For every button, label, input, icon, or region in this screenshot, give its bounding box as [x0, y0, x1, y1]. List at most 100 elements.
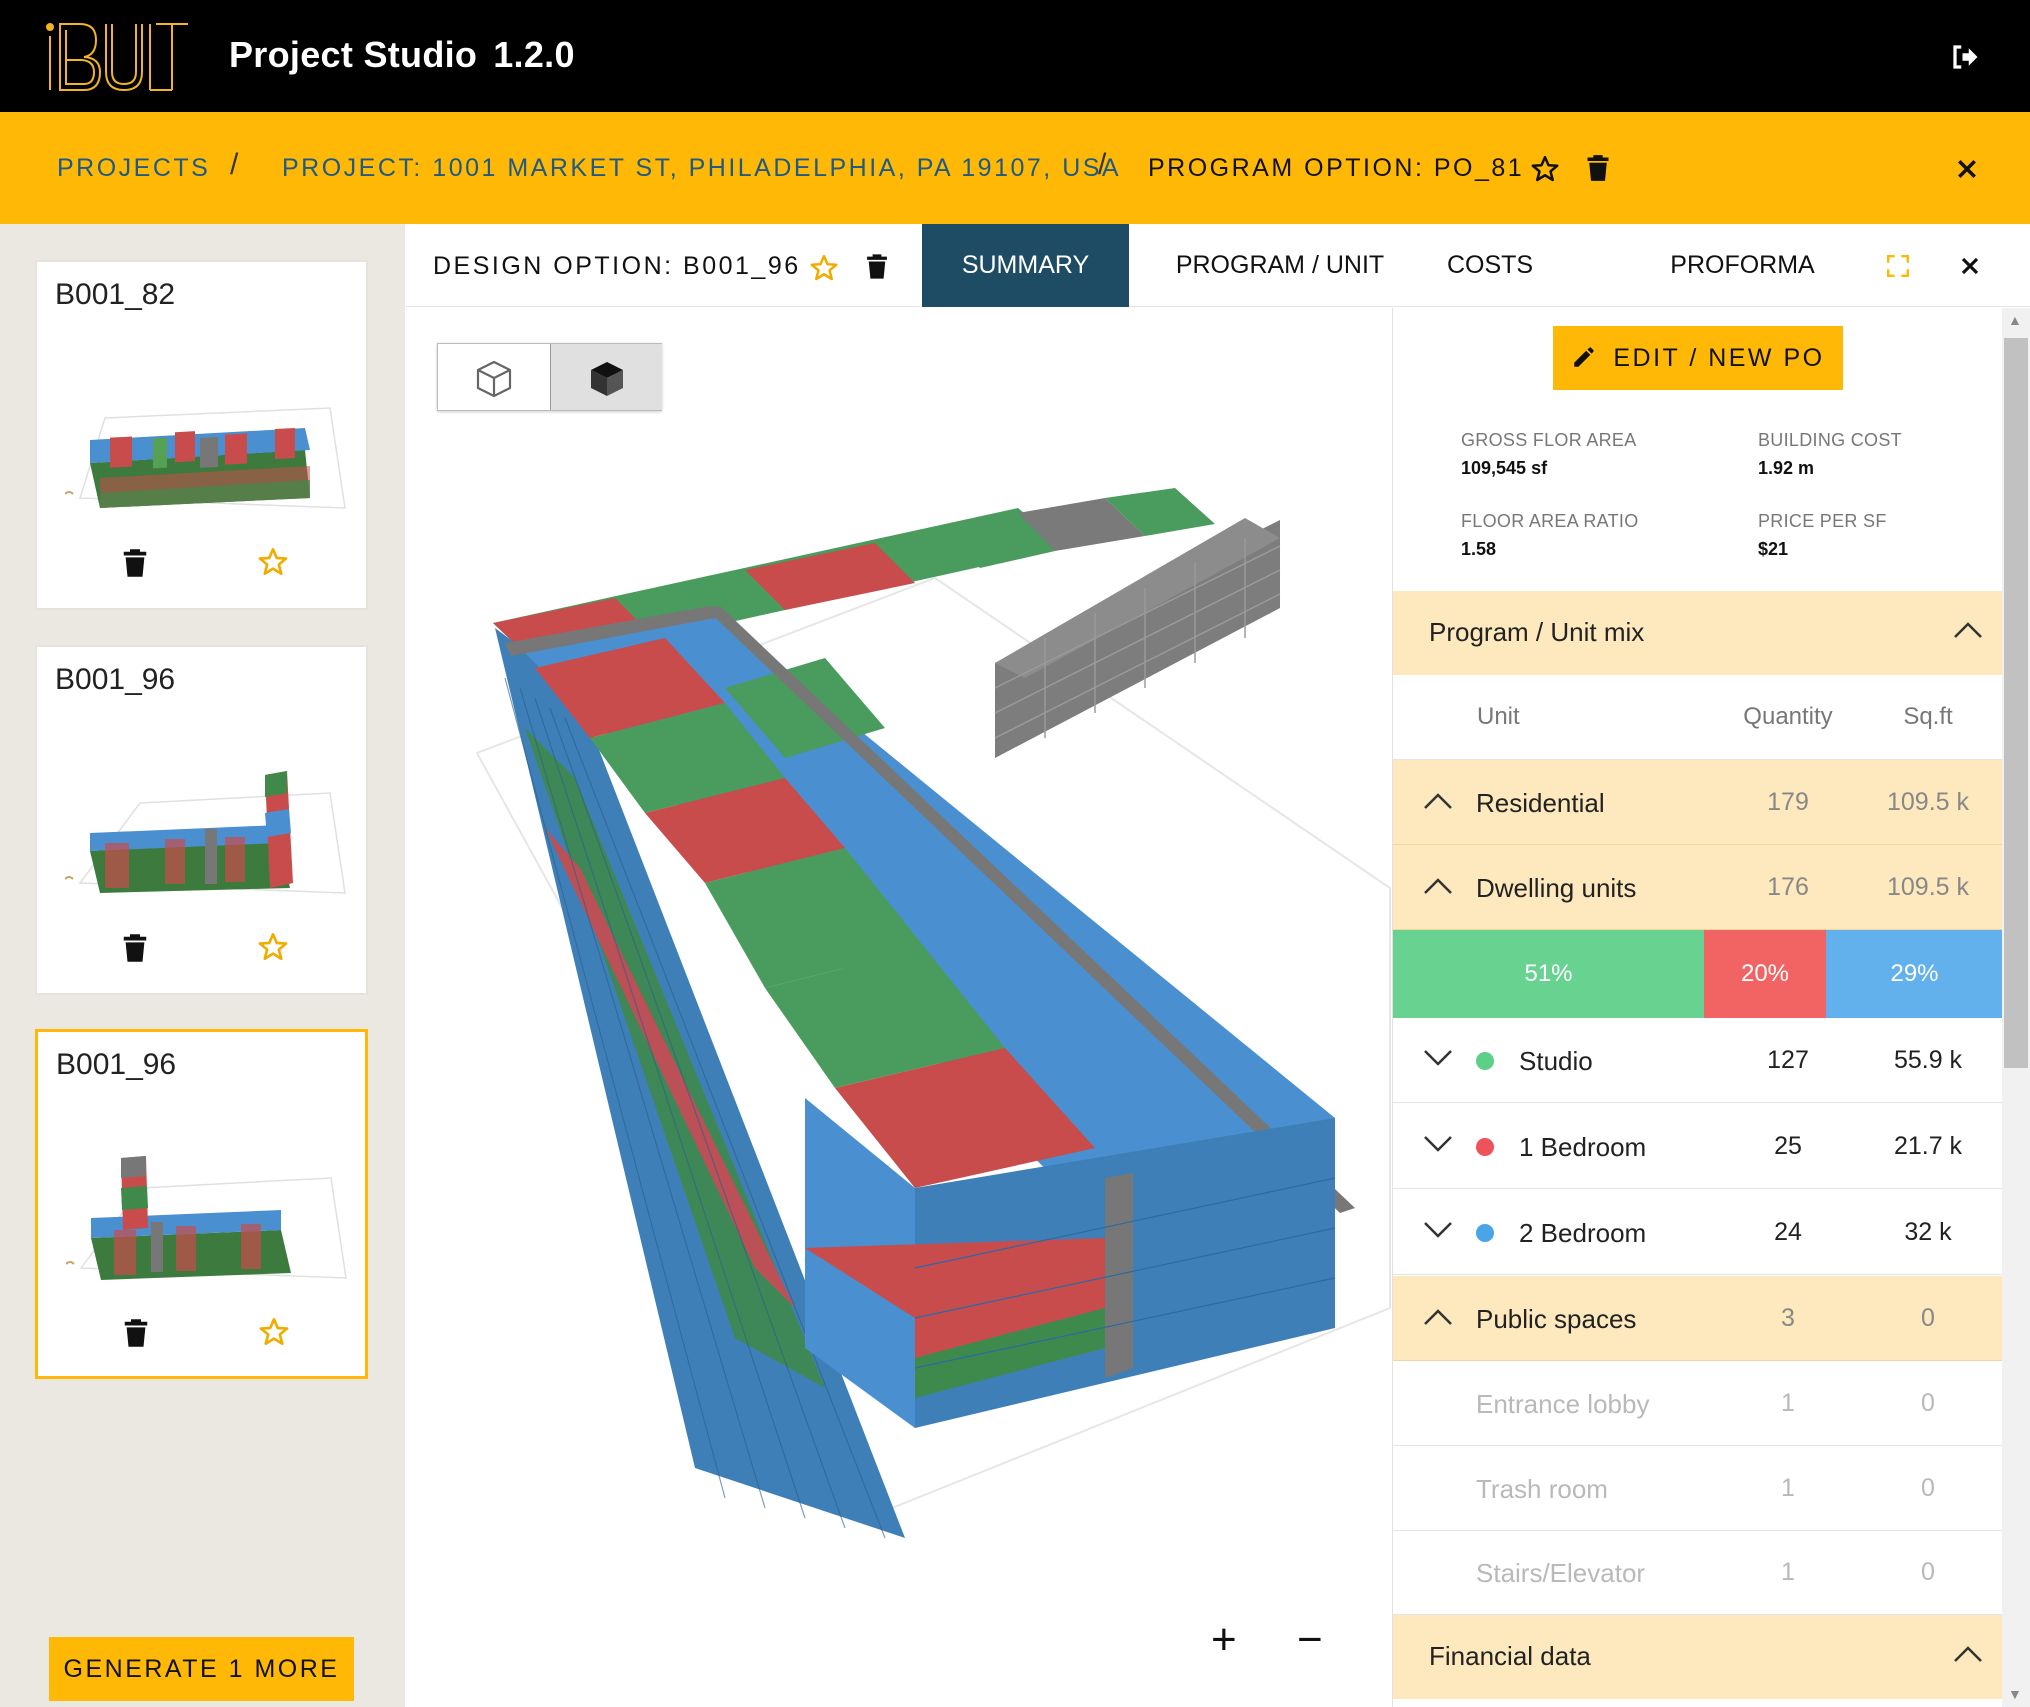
row-sqft: 0 — [1921, 1474, 1935, 1502]
table-row-unit: 2 Bedroom 24 32 k — [1393, 1190, 2002, 1275]
stat-label: FLOOR AREA RATIO — [1461, 511, 1639, 531]
solid-cube-icon — [591, 362, 623, 396]
trash-icon[interactable] — [122, 548, 148, 578]
breadcrumb-project[interactable]: PROJECT: 1001 MARKET ST, PHILADELPHIA, P… — [282, 154, 1121, 183]
trash-icon[interactable] — [1586, 154, 1610, 182]
row-name: Public spaces — [1476, 1304, 1637, 1334]
column-quantity: Quantity — [1743, 703, 1833, 730]
option-card[interactable]: B001_82 — [35, 260, 368, 610]
edit-new-po-label: EDIT / NEW PO — [1613, 343, 1825, 372]
table-row-unit: Studio 127 55.9 k — [1393, 1018, 2002, 1103]
chevron-up-icon[interactable] — [1423, 790, 1453, 810]
generate-more-button[interactable]: GENERATE 1 MORE — [49, 1637, 354, 1701]
table-row-public-item: Trash room 1 0 — [1393, 1446, 2002, 1531]
chevron-up-icon — [1954, 622, 1982, 638]
scroll-down-arrow[interactable]: ▼ — [2008, 1686, 2022, 1702]
financial-data-section-header[interactable]: Financial data — [1393, 1615, 2002, 1699]
edit-new-po-button[interactable]: EDIT / NEW PO — [1553, 326, 1843, 390]
row-quantity: 176 — [1767, 873, 1809, 901]
favorite-star-icon[interactable] — [1530, 154, 1560, 184]
unit-color-dot — [1476, 1138, 1494, 1156]
row-name: Dwelling units — [1476, 873, 1637, 903]
close-icon[interactable] — [1960, 256, 1980, 276]
option-card-title: B001_96 — [56, 1048, 177, 1081]
column-unit: Unit — [1477, 703, 1520, 730]
table-row-dwelling-units: Dwelling units 176 109.5 k — [1393, 845, 2002, 930]
trash-icon[interactable] — [122, 933, 148, 963]
breadcrumb-separator: / — [1098, 148, 1109, 181]
zoom-in-button[interactable]: + — [1211, 1618, 1237, 1662]
row-quantity: 1 — [1781, 1474, 1795, 1502]
table-row-public-item: Entrance lobby 1 0 — [1393, 1361, 2002, 1446]
tab-summary[interactable]: SUMMARY — [922, 224, 1129, 307]
row-sqft: 32 k — [1904, 1218, 1952, 1246]
star-icon[interactable] — [809, 253, 839, 283]
table-header: Unit Quantity Sq.ft — [1393, 675, 2002, 760]
view-mode-toggle — [437, 343, 662, 411]
breadcrumb: PROJECTS / PROJECT: 1001 MARKET ST, PHIL… — [0, 112, 2030, 224]
column-sqft: Sq.ft — [1903, 703, 1953, 730]
table-row-public-spaces: Public spaces 3 0 — [1393, 1276, 2002, 1361]
option-card-title: B001_96 — [55, 663, 176, 696]
row-name: Stairs/Elevator — [1476, 1558, 1646, 1588]
row-quantity: 3 — [1781, 1304, 1795, 1332]
design-option-title: DESIGN OPTION: B001_96 — [433, 252, 801, 280]
scroll-up-arrow[interactable]: ▲ — [2008, 312, 2022, 328]
option-card[interactable]: B001_96 — [35, 645, 368, 995]
unit-color-dot — [1476, 1052, 1494, 1070]
program-unit-mix-section-header[interactable]: Program / Unit mix — [1393, 591, 2002, 675]
row-quantity: 179 — [1767, 788, 1809, 816]
tab-costs[interactable]: COSTS — [1435, 224, 1545, 307]
row-sqft: 21.7 k — [1893, 1132, 1963, 1160]
chevron-up-icon — [1954, 1646, 1982, 1662]
breadcrumb-program-option: PROGRAM OPTION: PO_81 — [1148, 154, 1525, 182]
section-title: Program / Unit mix — [1429, 617, 1645, 647]
fullscreen-icon[interactable] — [1887, 255, 1909, 277]
wireframe-view-option[interactable] — [438, 344, 550, 410]
chevron-up-icon[interactable] — [1423, 1306, 1453, 1326]
building-model[interactable] — [405, 308, 1391, 1707]
row-name: Studio — [1519, 1046, 1593, 1076]
app-version: 1.2.0 — [493, 34, 575, 75]
top-bar: Project Studio 1.2.0 — [0, 0, 2030, 112]
stat-value: 1.92 m — [1758, 458, 1815, 478]
tab-program-unit-mix[interactable]: PROGRAM / UNIT MIX — [1155, 224, 1405, 362]
breadcrumb-projects[interactable]: PROJECTS — [57, 154, 210, 183]
option-card-selected[interactable]: B001_96 — [35, 1029, 368, 1379]
chevron-down-icon[interactable] — [1423, 1220, 1453, 1240]
row-name: 2 Bedroom — [1519, 1218, 1647, 1248]
row-quantity: 1 — [1781, 1558, 1795, 1586]
solid-view-option[interactable] — [550, 344, 662, 410]
row-sqft: 0 — [1921, 1389, 1935, 1417]
zoom-out-button[interactable]: − — [1297, 1618, 1323, 1662]
star-icon[interactable] — [258, 1316, 290, 1348]
row-sqft: 109.5 k — [1886, 873, 1969, 901]
app-title: Project Studio 1.2.0 — [229, 34, 575, 76]
trash-icon[interactable] — [123, 1318, 149, 1348]
chevron-down-icon[interactable] — [1423, 1134, 1453, 1154]
star-icon[interactable] — [257, 931, 289, 963]
mix-segment-1-bedroom: 20% — [1704, 930, 1826, 1018]
row-name: Entrance lobby — [1476, 1389, 1650, 1419]
chevron-down-icon[interactable] — [1423, 1048, 1453, 1068]
pencil-icon — [1574, 346, 1595, 367]
design-options-sidebar: B001_82 B001_96 B001_96 GENERATE 1 MORE — [0, 224, 405, 1707]
trash-icon[interactable] — [866, 253, 888, 280]
building-thumbnail — [66, 1156, 347, 1280]
stat-label: BUILDING COST — [1758, 430, 1902, 450]
table-row-public-item: Stairs/Elevator 1 0 — [1393, 1530, 2002, 1615]
row-name: Residential — [1476, 788, 1605, 818]
row-sqft: 0 — [1921, 1304, 1935, 1332]
summary-panel: EDIT / NEW PO GROSS FLOR AREA 109,545 sf… — [1392, 308, 2002, 1707]
logout-icon[interactable] — [1950, 42, 1980, 72]
stat-label: PRICE PER SF — [1758, 511, 1887, 531]
row-quantity: 127 — [1767, 1046, 1809, 1074]
mix-segment-studio: 51% — [1393, 930, 1704, 1018]
chevron-up-icon[interactable] — [1423, 875, 1453, 895]
scrollbar-thumb[interactable] — [2004, 338, 2028, 1068]
table-row-residential: Residential 179 109.5 k — [1393, 760, 2002, 845]
star-icon[interactable] — [257, 546, 289, 578]
close-icon[interactable] — [1956, 158, 1978, 180]
tab-proforma[interactable]: PROFORMA — [1665, 224, 1820, 307]
3d-viewer[interactable]: + − — [405, 308, 1391, 1707]
